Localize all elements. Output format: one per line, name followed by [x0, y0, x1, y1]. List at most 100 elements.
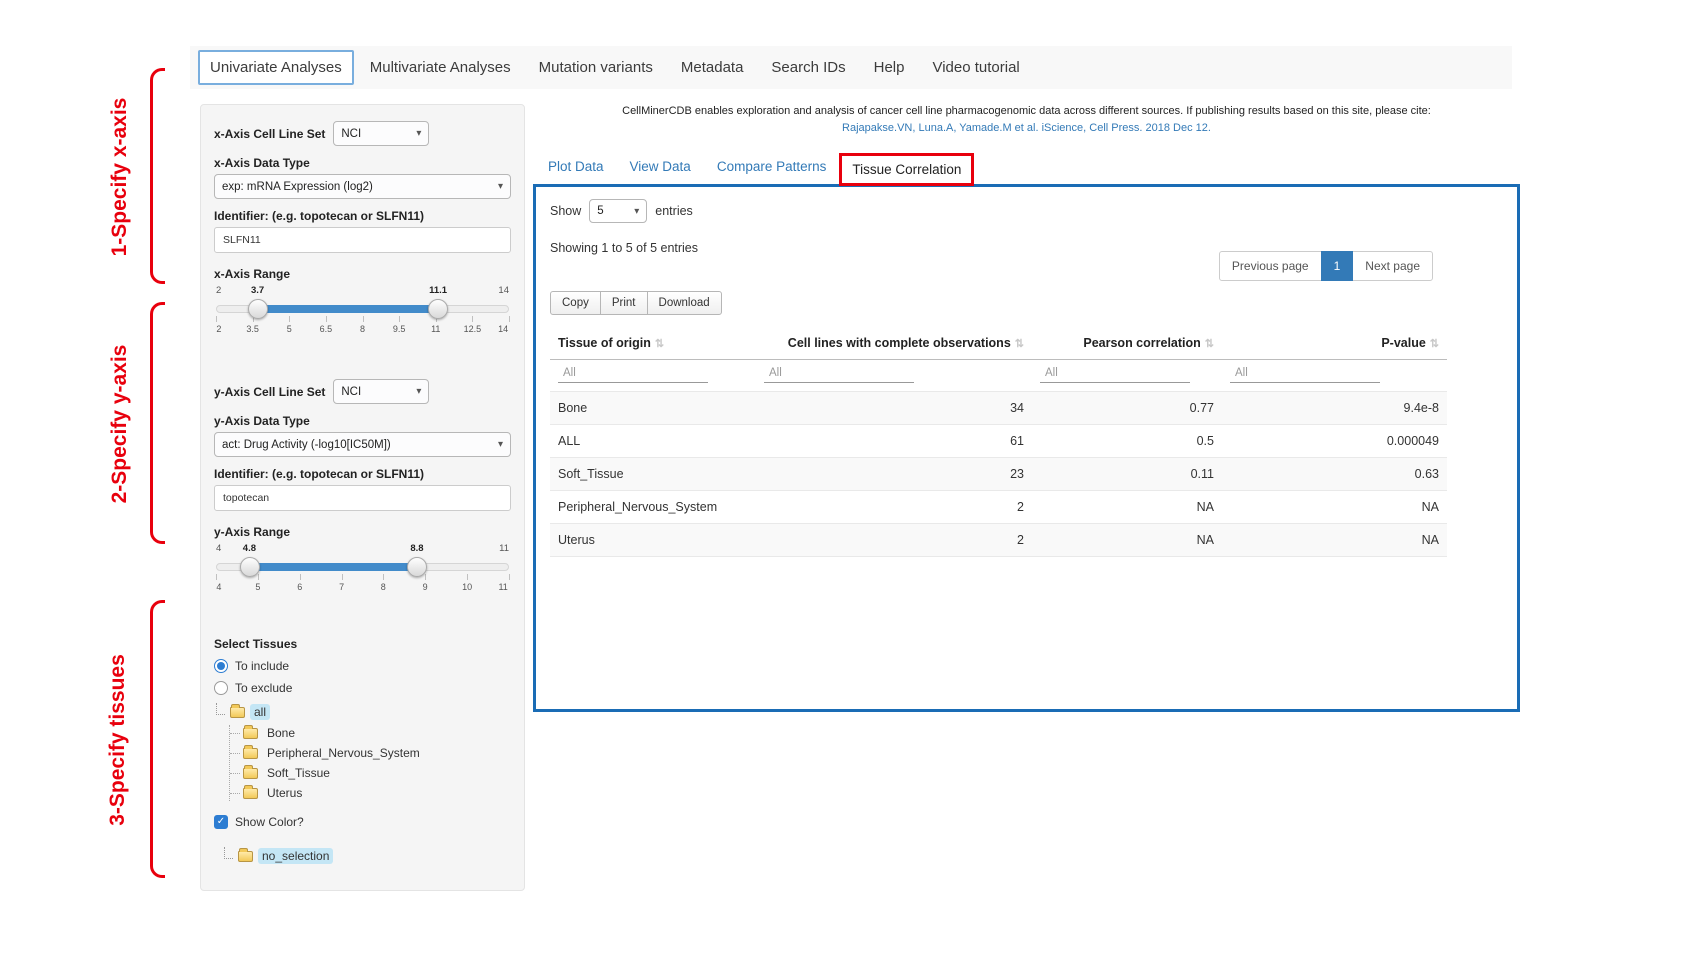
tree-node-peripheral-nervous-system[interactable]: Peripheral_Nervous_System	[230, 745, 511, 761]
y-slider-max: 11	[499, 543, 509, 554]
tab-search-ids[interactable]: Search IDs	[759, 50, 857, 85]
page-number-button[interactable]: 1	[1321, 251, 1354, 281]
folder-icon	[238, 851, 253, 862]
chevron-down-icon: ▾	[416, 128, 421, 139]
col-header-pearson-correlation[interactable]: Pearson correlation⇅	[1032, 327, 1222, 360]
main-nav: Univariate Analyses Multivariate Analyse…	[190, 46, 1512, 89]
tree-node-no-selection[interactable]: no_selection	[224, 847, 511, 865]
x-data-type-select[interactable]: exp: mRNA Expression (log2) ▾	[214, 174, 511, 199]
x-range-slider[interactable]: 2 3.7 11.1 14 2 3.5 5 6.5 8 9.5 11	[216, 285, 509, 345]
tab-video-tutorial[interactable]: Video tutorial	[920, 50, 1031, 85]
x-slider-handle-high[interactable]	[428, 299, 448, 319]
y-cell-line-set-select[interactable]: NCI ▾	[333, 379, 429, 404]
y-slider-fill	[250, 563, 416, 571]
citation-link[interactable]: Rajapakse.VN, Luna.A, Yamade.M et al. iS…	[533, 120, 1520, 137]
chevron-down-icon: ▾	[416, 386, 421, 397]
annotation-bracket-y-axis	[150, 302, 165, 544]
x-slider-track[interactable]	[216, 305, 509, 313]
col-header-cell-lines[interactable]: Cell lines with complete observations⇅	[756, 327, 1032, 360]
table-row[interactable]: Bone 34 0.77 9.4e-8	[550, 392, 1447, 425]
subtab-compare-patterns[interactable]: Compare Patterns	[704, 151, 840, 182]
tissue-tree: all Bone Peripheral_Nervous_System Soft_…	[216, 703, 511, 801]
y-slider-from-value: 4.8	[243, 543, 256, 554]
chevron-down-icon: ▾	[498, 181, 503, 192]
y-range-slider[interactable]: 4 4.8 8.8 11 4 5 6 7 8 9 10 11	[216, 543, 509, 603]
subtab-view-data[interactable]: View Data	[617, 151, 704, 182]
col-header-p-value[interactable]: P-value⇅	[1222, 327, 1447, 360]
y-slider-handle-low[interactable]	[240, 557, 260, 577]
show-label: Show	[550, 204, 581, 218]
tree-children: Bone Peripheral_Nervous_System Soft_Tiss…	[229, 725, 511, 801]
to-exclude-radio[interactable]: To exclude	[214, 681, 511, 695]
tissue-correlation-panel: Show 5 ▾ entries Showing 1 to 5 of 5 ent…	[533, 184, 1520, 712]
filter-tissue-of-origin-input[interactable]	[558, 364, 708, 383]
table-row[interactable]: Soft_Tissue 23 0.11 0.63	[550, 458, 1447, 491]
chevron-down-icon: ▾	[498, 439, 503, 450]
to-include-label: To include	[235, 659, 289, 673]
chevron-down-icon: ▾	[634, 206, 639, 217]
show-color-label: Show Color?	[235, 815, 304, 829]
y-data-type-value: act: Drug Activity (-log10[IC50M])	[222, 439, 391, 451]
tab-metadata[interactable]: Metadata	[669, 50, 756, 85]
entries-count-select[interactable]: 5 ▾	[589, 199, 647, 223]
tab-help[interactable]: Help	[862, 50, 917, 85]
x-identifier-input[interactable]	[214, 227, 511, 253]
sort-icon[interactable]: ⇅	[1015, 338, 1024, 350]
folder-icon	[230, 707, 245, 718]
sort-icon[interactable]: ⇅	[1205, 338, 1214, 350]
main-content: CellMinerCDB enables exploration and ana…	[533, 103, 1520, 712]
filter-p-value-input[interactable]	[1230, 364, 1380, 383]
x-cell-line-set-select[interactable]: NCI ▾	[333, 121, 429, 146]
x-slider-to-value: 11.1	[429, 285, 447, 296]
to-include-radio[interactable]: To include	[214, 659, 511, 673]
control-sidebar: x-Axis Cell Line Set NCI ▾ x-Axis Data T…	[200, 104, 525, 891]
tree-node-soft-tissue[interactable]: Soft_Tissue	[230, 765, 511, 781]
tab-multivariate-analyses[interactable]: Multivariate Analyses	[358, 50, 523, 85]
filter-cell-lines-input[interactable]	[764, 364, 914, 383]
show-entries-row: Show 5 ▾ entries	[550, 199, 1503, 223]
folder-icon	[243, 728, 258, 739]
y-slider-to-value: 8.8	[410, 543, 423, 554]
y-slider-track[interactable]	[216, 563, 509, 571]
sort-icon[interactable]: ⇅	[1430, 338, 1439, 350]
tree-node-all[interactable]: all	[216, 703, 511, 721]
y-slider-handle-high[interactable]	[407, 557, 427, 577]
annotation-bracket-tissues	[150, 600, 165, 878]
table-row[interactable]: ALL 61 0.5 0.000049	[550, 425, 1447, 458]
copy-button[interactable]: Copy	[550, 291, 601, 315]
table-filter-row	[550, 360, 1447, 392]
next-page-button[interactable]: Next page	[1352, 251, 1433, 281]
annotation-specify-x-axis: 1-Specify x-axis	[108, 87, 132, 267]
y-cell-line-set-label: y-Axis Cell Line Set	[214, 385, 325, 399]
subtab-tissue-correlation[interactable]: Tissue Correlation	[839, 153, 974, 186]
folder-icon	[243, 748, 258, 759]
x-identifier-label: Identifier: (e.g. topotecan or SLFN11)	[214, 209, 511, 223]
annotation-specify-y-axis: 2-Specify y-axis	[108, 334, 132, 514]
tab-mutation-variants[interactable]: Mutation variants	[527, 50, 665, 85]
sort-icon[interactable]: ⇅	[655, 338, 664, 350]
print-button[interactable]: Print	[600, 291, 648, 315]
tab-univariate-analyses[interactable]: Univariate Analyses	[198, 50, 354, 85]
previous-page-button[interactable]: Previous page	[1219, 251, 1322, 281]
x-slider-handle-low[interactable]	[248, 299, 268, 319]
table-header-row: Tissue of origin⇅ Cell lines with comple…	[550, 327, 1447, 360]
y-identifier-input[interactable]	[214, 485, 511, 511]
y-identifier-label: Identifier: (e.g. topotecan or SLFN11)	[214, 467, 511, 481]
y-data-type-select[interactable]: act: Drug Activity (-log10[IC50M]) ▾	[214, 432, 511, 457]
tree-node-bone[interactable]: Bone	[230, 725, 511, 741]
folder-icon	[243, 788, 258, 799]
y-slider-ticks	[216, 574, 509, 580]
x-slider-fill	[258, 305, 437, 313]
table-row[interactable]: Peripheral_Nervous_System 2 NA NA	[550, 491, 1447, 524]
entries-label: entries	[655, 204, 693, 218]
filter-pearson-correlation-input[interactable]	[1040, 364, 1190, 383]
tree-node-uterus[interactable]: Uterus	[230, 785, 511, 801]
subtab-plot-data[interactable]: Plot Data	[535, 151, 617, 182]
tissue-correlation-table: Tissue of origin⇅ Cell lines with comple…	[550, 327, 1447, 557]
x-slider-tick-labels: 2 3.5 5 6.5 8 9.5 11 12.5 14	[216, 324, 509, 336]
table-row[interactable]: Uterus 2 NA NA	[550, 524, 1447, 557]
show-color-checkbox[interactable]: ✓ Show Color?	[214, 815, 511, 829]
col-header-tissue-of-origin[interactable]: Tissue of origin⇅	[550, 327, 756, 360]
y-cell-line-set-value: NCI	[341, 386, 361, 398]
download-button[interactable]: Download	[647, 291, 722, 315]
